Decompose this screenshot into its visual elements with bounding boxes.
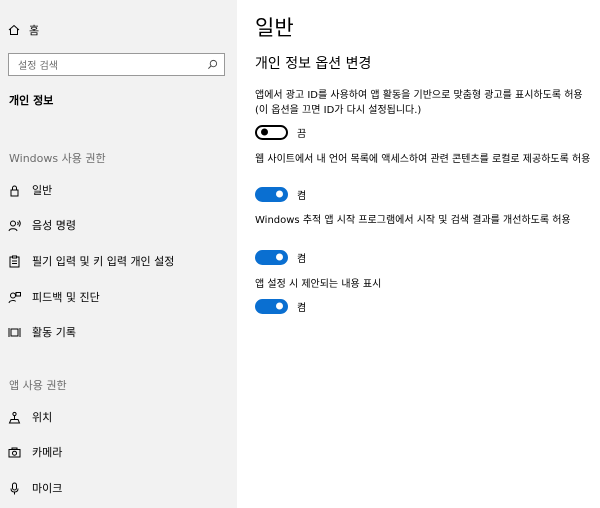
clipboard-icon	[9, 255, 20, 267]
search-icon[interactable]	[207, 59, 218, 70]
current-category: 개인 정보	[9, 94, 54, 107]
section-heading-app: 앱 사용 권한	[9, 379, 67, 392]
toggle-state-label: 켬	[297, 253, 307, 265]
toggle-state-label: 켬	[297, 190, 307, 202]
sidebar-item-general[interactable]: 일반	[8, 180, 233, 200]
option-app-launch-toggle[interactable]: 켬	[255, 248, 306, 266]
toggle-knob	[276, 253, 283, 261]
sidebar-item-label: 활동 기록	[32, 326, 76, 339]
search-box[interactable]: 설정 검색	[8, 53, 225, 76]
option-language-list-text: 웹 사이트에서 내 언어 목록에 액세스하여 관련 콘텐츠를 로컬로 제공하도록…	[255, 154, 591, 165]
page-title: 일반	[255, 16, 294, 40]
location-icon	[8, 411, 21, 423]
toggle-switch[interactable]	[255, 249, 288, 265]
sidebar: 홈 설정 검색 개인 정보 Windows 사용 권한 일반 음성 명령 필기 …	[0, 0, 237, 508]
section-title: 개인 정보 옵션 변경	[255, 56, 372, 72]
toggle-switch[interactable]	[255, 124, 288, 140]
sidebar-item-label: 일반	[32, 184, 53, 197]
feedback-icon	[8, 291, 21, 303]
sidebar-item-microphone[interactable]: 마이크	[8, 478, 233, 498]
lock-icon	[10, 185, 19, 196]
sidebar-item-feedback[interactable]: 피드백 및 진단	[8, 287, 233, 307]
sidebar-item-label: 마이크	[32, 482, 63, 495]
toggle-knob	[261, 128, 268, 136]
sidebar-item-label: 카메라	[32, 446, 63, 459]
settings-content: 일반 개인 정보 옵션 변경 앱에서 광고 ID를 사용하여 앱 활동을 기반으…	[237, 0, 600, 508]
option-suggested-content-toggle[interactable]: 켬	[255, 297, 306, 315]
activity-icon	[8, 327, 21, 337]
sidebar-item-label: 홈	[29, 24, 40, 37]
option-app-launch-text: Windows 추적 앱 시작 프로그램에서 시작 및 검색 결과를 개선하도록…	[255, 215, 571, 226]
sidebar-item-camera[interactable]: 카메라	[8, 442, 233, 462]
option-ad-id-text: 앱에서 광고 ID를 사용하여 앱 활동을 기반으로 맞춤형 광고를 표시하도록…	[255, 90, 583, 116]
option-ad-id-toggle[interactable]: 끔	[255, 123, 306, 141]
sidebar-item-home[interactable]: 홈	[8, 20, 39, 40]
option-suggested-content-text: 앱 설정 시 제안되는 내용 표시	[255, 279, 382, 290]
sidebar-item-speech[interactable]: 음성 명령	[8, 215, 233, 235]
toggle-knob	[276, 190, 283, 198]
toggle-switch[interactable]	[255, 186, 288, 202]
search-input[interactable]: 설정 검색	[9, 57, 207, 72]
sidebar-item-label: 음성 명령	[32, 219, 76, 232]
speech-icon	[8, 219, 21, 231]
sidebar-item-location[interactable]: 위치	[8, 407, 233, 427]
sidebar-item-label: 피드백 및 진단	[32, 291, 100, 304]
sidebar-item-activity-history[interactable]: 활동 기록	[8, 322, 233, 342]
toggle-state-label: 끔	[297, 128, 307, 140]
toggle-knob	[276, 302, 283, 310]
section-heading-windows: Windows 사용 권한	[9, 152, 106, 165]
option-language-list-toggle[interactable]: 켬	[255, 185, 306, 203]
sidebar-item-inking-typing[interactable]: 필기 입력 및 키 입력 개인 설정	[8, 251, 233, 271]
microphone-icon	[10, 482, 19, 494]
sidebar-item-label: 위치	[32, 411, 53, 424]
toggle-switch[interactable]	[255, 298, 288, 314]
toggle-state-label: 켬	[297, 302, 307, 314]
sidebar-item-label: 필기 입력 및 키 입력 개인 설정	[32, 255, 175, 268]
home-icon	[8, 24, 20, 35]
camera-icon	[8, 447, 21, 457]
